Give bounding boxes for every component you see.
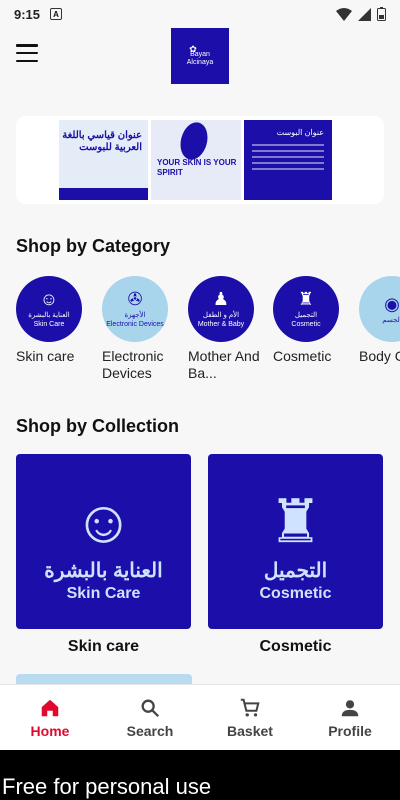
category-label: Electronic Devices (102, 348, 164, 381)
logo-line1: Bayan (190, 51, 210, 58)
nav-label: Home (30, 722, 70, 739)
category-ar-label: التجميل (294, 312, 318, 319)
collection-card-cosmetic[interactable]: ♜ التجميل Cosmetic (208, 454, 383, 629)
footer-watermark: Free for personal use (0, 750, 400, 800)
category-label: Cosmetic (273, 348, 332, 364)
category-en-label: Electronic Devices (106, 321, 164, 328)
nav-label: Basket (227, 722, 273, 739)
banner-blob-shape (176, 119, 212, 163)
collection-label[interactable]: Cosmetic (208, 638, 383, 656)
section-title-collection: Shop by Collection (16, 416, 180, 436)
category-item-electronic-devices[interactable]: ✇ الأجهزة Electronic Devices Electronic … (102, 276, 182, 382)
banner-card-a-bar (59, 188, 148, 200)
makeup-icon: ♜ (268, 488, 323, 555)
category-ar-label: العناية بالبشرة (28, 312, 70, 319)
nav-label: Profile (328, 722, 372, 739)
promo-banner[interactable]: عنوان قياسي باللغة العربية للبوست YOUR S… (16, 116, 384, 204)
collection-card-next[interactable] (16, 674, 192, 684)
banner-card-arabic-title: عنوان قياسي باللغة العربية للبوست (59, 120, 148, 200)
category-circle: ◉ الجسم (359, 276, 400, 342)
collection-card-skin-care[interactable]: ☺ العناية بالبشرة Skin Care (16, 454, 191, 629)
nav-search[interactable]: Search (100, 685, 200, 750)
nav-profile[interactable]: Profile (300, 685, 400, 750)
nav-label: Search (126, 722, 174, 739)
collection-ar-label: التجميل (263, 560, 328, 582)
category-label: Mother And Ba... (188, 348, 260, 381)
home-icon (41, 699, 59, 716)
brand-logo[interactable]: ✿ Bayan Alcinaya (171, 28, 229, 84)
category-label: Skin care (16, 348, 75, 364)
person-icon (341, 699, 359, 716)
cart-icon (240, 698, 260, 717)
category-item-cosmetic[interactable]: ♜ التجميل Cosmetic Cosmetic (273, 276, 353, 365)
makeup-icon: ♜ (297, 289, 315, 309)
category-label: Body Care (359, 348, 400, 364)
wifi-icon (336, 7, 352, 21)
bottle-icon: ♟ (212, 289, 230, 309)
category-ar-label: الجسم (382, 316, 400, 324)
banner-card-slogan: YOUR SKIN IS YOUR SPIRIT (151, 119, 241, 200)
banner-card-c-text (252, 144, 324, 174)
collection-en-label: Cosmetic (259, 585, 332, 602)
category-circle: ♟ الأم و الطفل Mother & Baby (188, 276, 254, 342)
category-item-body-care[interactable]: ◉ الجسم Body Care (359, 276, 400, 365)
nav-home[interactable]: Home (0, 685, 100, 750)
category-circle: ♜ التجميل Cosmetic (273, 276, 339, 342)
status-icons (336, 7, 386, 21)
category-ar-label: الأم و الطفل (202, 312, 240, 319)
bottom-navigation: Home Search Basket Profile (0, 684, 400, 750)
banner-card-c-title: عنوان البوست (276, 128, 324, 137)
collection-label[interactable]: Skin care (16, 638, 191, 656)
category-circle: ✇ الأجهزة Electronic Devices (102, 276, 168, 342)
body-icon: ◉ (384, 293, 400, 314)
category-ar-label: الأجهزة (124, 312, 146, 319)
section-title-category: Shop by Category (16, 236, 171, 256)
hairdryer-icon: ✇ (127, 289, 143, 309)
search-icon (141, 699, 160, 717)
banner-card-a-title: عنوان قياسي باللغة العربية للبوست (62, 130, 142, 153)
status-time: 9:15 (14, 6, 41, 22)
face-icon: ☺ (39, 289, 59, 309)
category-item-mother-baby[interactable]: ♟ الأم و الطفل Mother & Baby Mother And … (188, 276, 268, 382)
banner-card-post: عنوان البوست (244, 120, 332, 200)
category-en-label: Cosmetic (291, 321, 321, 328)
category-en-label: Skin Care (33, 321, 65, 328)
signal-icon (358, 7, 371, 21)
nav-basket[interactable]: Basket (200, 685, 300, 750)
category-list[interactable]: ☺ العناية بالبشرة Skin Care Skin care ✇ … (16, 276, 400, 396)
banner-card-b-slogan: YOUR SKIN IS YOUR SPIRIT (157, 158, 237, 177)
battery-icon (377, 7, 386, 21)
logo-line2: Alcinaya (186, 59, 214, 66)
category-circle: ☺ العناية بالبشرة Skin Care (16, 276, 82, 342)
category-en-label: Mother & Baby (197, 321, 245, 328)
collection-en-label: Skin Care (66, 585, 141, 602)
face-profile-icon: ☺ (72, 488, 135, 555)
notification-icon: A (50, 8, 63, 20)
app-bar: ✿ Bayan Alcinaya (0, 28, 400, 86)
home-content[interactable]: عنوان قياسي باللغة العربية للبوست YOUR S… (0, 88, 400, 684)
status-bar: 9:15 A (0, 0, 400, 28)
menu-icon[interactable] (16, 44, 38, 62)
category-item-skin-care[interactable]: ☺ العناية بالبشرة Skin Care Skin care (16, 276, 96, 365)
collection-ar-label: العناية بالبشرة (44, 560, 163, 582)
